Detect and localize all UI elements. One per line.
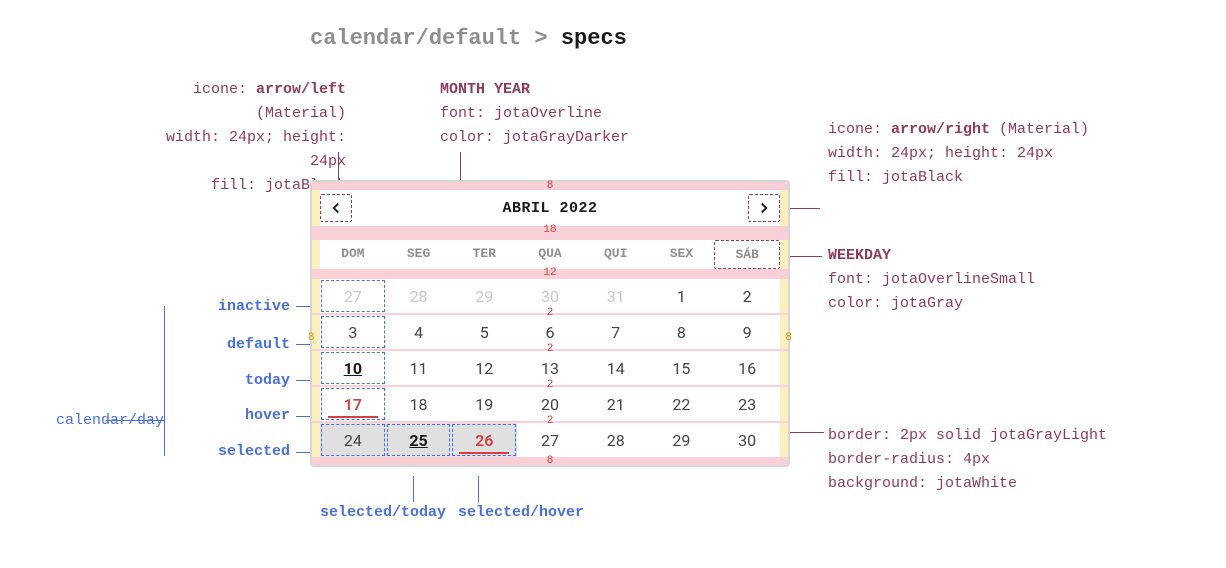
calendar-day[interactable]: 3 [320,315,386,349]
calendar-day[interactable]: 16 [714,351,780,385]
calendar-day[interactable]: 19 [451,387,517,421]
calendar-day[interactable]: 20 [517,387,583,421]
weekday-label: QUI [583,240,649,269]
leader-line-blue [478,476,479,502]
annotation-line: font: jotaOverlineSmall [828,268,1035,292]
spacing-overlay: 8 [312,457,788,465]
annotation-line: icone: arrow/left (Material) [126,78,346,126]
calendar-day[interactable]: 22 [649,387,715,421]
annotation-line: font: jotaOverline [440,102,629,126]
annotation-line: width: 24px; height: 24px [828,142,1089,166]
spacing-value: 12 [543,267,556,279]
calendar-day[interactable]: 1 [649,279,715,313]
callout-hover: hover [170,407,290,424]
annotation-line: color: jotaGrayDarker [440,126,629,150]
calendar-day[interactable]: 5 [451,315,517,349]
calendar-day[interactable]: 15 [649,351,715,385]
breadcrumb-path: calendar/default > [310,26,548,51]
calendar-day[interactable]: 10 [320,351,386,385]
annotation-line: fill: jotaBlack [828,166,1089,190]
weekday-label: SEX [649,240,715,269]
annotation-line: WEEKDAY [828,244,1035,268]
leader-line [790,432,824,433]
calendar-row: 24252627282930 [312,423,788,457]
annotation-line: color: jotaGray [828,292,1035,316]
calendar-day[interactable]: 8 [649,315,715,349]
calendar-day[interactable]: 2 [714,279,780,313]
calendar-day[interactable]: 23 [714,387,780,421]
breadcrumb-current: specs [561,26,627,51]
calendar-day[interactable]: 21 [583,387,649,421]
callout-selected: selected [170,443,290,460]
annotation-month-year: MONTH YEAR font: jotaOverline color: jot… [440,78,629,150]
calendar-row: 272829303112 [312,279,788,313]
callout-selected-hover: selected/hover [436,504,606,521]
calendar-day[interactable]: 13 [517,351,583,385]
weekday-label: QUA [517,240,583,269]
callout-inactive: inactive [170,298,290,315]
calendar-day[interactable]: 14 [583,351,649,385]
calendar-row: 17181920212223 [312,387,788,421]
calendar-day[interactable]: 25 [386,423,452,457]
spacing-value: 8 [547,180,554,192]
chevron-right-icon [755,199,773,217]
calendar-day[interactable]: 18 [386,387,452,421]
annotation-line: icone: arrow/right (Material) [828,118,1089,142]
weekday-label: TER [451,240,517,269]
calendar-row: 10111213141516 [312,351,788,385]
calendar-header: ABRIL 2022 [312,190,788,226]
calendar-day[interactable]: 7 [583,315,649,349]
spacing-overlay: 18 [312,226,788,240]
calendar-day[interactable]: 28 [386,279,452,313]
spacing-overlay: 8 [312,182,788,190]
calendar-day[interactable]: 27 [320,279,386,313]
calendar-component: 8 8 8 ABRIL 2022 18 DOMSEGTERQUAQUISEXSÁ… [310,180,790,467]
weekday-row: DOMSEGTERQUAQUISEXSÁB [312,240,788,269]
callout-default: default [170,336,290,353]
calendar-day[interactable]: 29 [451,279,517,313]
calendar-day[interactable]: 26 [451,423,517,457]
annotation-line: MONTH YEAR [440,78,629,102]
calendar-title: ABRIL 2022 [502,200,597,217]
spacing-value: 18 [543,224,556,236]
chevron-left-icon [327,199,345,217]
annotation-line: border-radius: 4px [828,448,1107,472]
prev-month-button[interactable] [320,194,352,222]
callout-today: today [170,372,290,389]
spacing-overlay: 12 [312,269,788,279]
weekday-label: SEG [386,240,452,269]
calendar-day[interactable]: 11 [386,351,452,385]
calendar-day[interactable]: 28 [583,423,649,457]
annotation-weekday: WEEKDAY font: jotaOverlineSmall color: j… [828,244,1035,316]
annotation-line: background: jotaWhite [828,472,1107,496]
calendar-row: 3456789 [312,315,788,349]
leader-line-blue [164,306,165,456]
annotation-line: width: 24px; height: 24px [126,126,346,174]
calendar-day[interactable]: 9 [714,315,780,349]
calendar-day[interactable]: 27 [517,423,583,457]
annotation-line: border: 2px solid jotaGrayLight [828,424,1107,448]
calendar-day[interactable]: 30 [714,423,780,457]
calendar-day[interactable]: 12 [451,351,517,385]
weekday-label: SÁB [714,240,780,269]
next-month-button[interactable] [748,194,780,222]
annotation-arrow-right: icone: arrow/right (Material) width: 24p… [828,118,1089,190]
breadcrumb: calendar/default > specs [310,26,627,51]
calendar-day[interactable]: 24 [320,423,386,457]
calendar-day[interactable]: 30 [517,279,583,313]
leader-line-blue [106,420,164,421]
calendar-day[interactable]: 6 [517,315,583,349]
annotation-border: border: 2px solid jotaGrayLight border-r… [828,424,1107,496]
calendar: 8 8 8 ABRIL 2022 18 DOMSEGTERQUAQUISEXSÁ… [310,180,790,467]
calendar-day[interactable]: 4 [386,315,452,349]
leader-line-blue [413,476,414,502]
calendar-day[interactable]: 29 [649,423,715,457]
calendar-day[interactable]: 31 [583,279,649,313]
calendar-day[interactable]: 17 [320,387,386,421]
calendar-grid: 2728293031122345678921011121314151621718… [312,279,788,457]
weekday-label: DOM [320,240,386,269]
